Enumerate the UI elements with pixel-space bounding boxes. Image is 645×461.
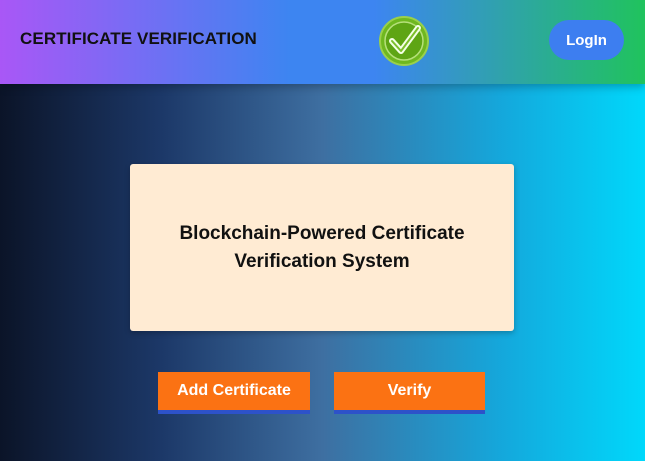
add-certificate-button[interactable]: Add Certificate [158, 372, 310, 414]
verified-check-icon [378, 15, 430, 67]
hero-heading: Blockchain-Powered Certificate Verificat… [179, 222, 465, 272]
hero-card: Blockchain-Powered Certificate Verificat… [130, 164, 514, 331]
login-button[interactable]: LogIn [549, 20, 624, 60]
verify-button[interactable]: Verify [334, 372, 485, 414]
site-title: CERTIFICATE VERIFICATION [20, 29, 257, 48]
top-header: CERTIFICATE VERIFICATION LogIn [0, 0, 645, 84]
